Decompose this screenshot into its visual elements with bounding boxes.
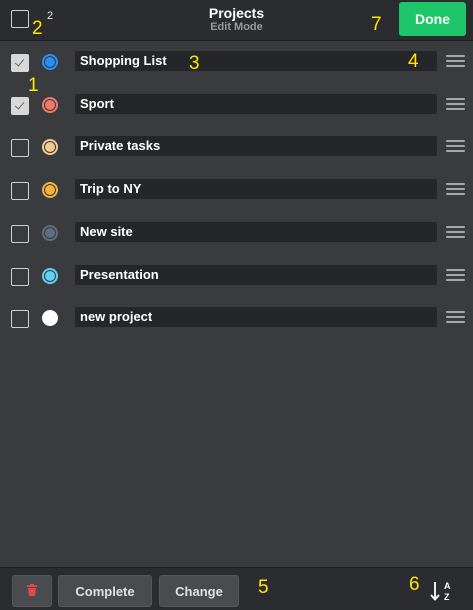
project-color-dot[interactable] — [42, 96, 58, 113]
sort-az-icon: A Z — [430, 581, 451, 602]
header-bar: 2 Projects Edit Mode Done — [0, 0, 473, 41]
project-name-field[interactable]: New site — [75, 221, 437, 242]
drag-handle-icon[interactable] — [446, 183, 465, 196]
project-color-dot[interactable] — [42, 310, 58, 327]
project-row[interactable]: Shopping List — [0, 41, 473, 83]
delete-button[interactable] — [12, 575, 52, 607]
drag-handle-icon[interactable] — [446, 97, 465, 110]
annotation-label: 7 — [371, 14, 382, 35]
drag-handle-icon[interactable] — [446, 225, 465, 238]
project-checkbox[interactable] — [11, 139, 29, 158]
svg-text:Z: Z — [444, 592, 450, 602]
project-row[interactable]: New site — [0, 212, 473, 254]
project-color-dot[interactable] — [42, 54, 58, 70]
project-row[interactable]: Private tasks — [0, 126, 473, 168]
project-name-field[interactable]: Presentation — [75, 264, 437, 285]
annotation-label: 3 — [189, 53, 200, 74]
project-color-dot[interactable] — [42, 139, 58, 156]
annotation-label: 5 — [258, 577, 269, 598]
project-checkbox[interactable] — [11, 54, 29, 72]
svg-text:A: A — [444, 581, 451, 591]
project-color-dot[interactable] — [42, 267, 58, 284]
annotation-label: 6 — [409, 574, 420, 595]
drag-handle-icon[interactable] — [446, 268, 465, 281]
trash-icon — [27, 583, 37, 596]
project-checkbox[interactable] — [11, 267, 29, 286]
project-name-field[interactable]: Shopping List — [75, 51, 437, 71]
annotation-label: 1 — [28, 75, 39, 96]
project-name-field[interactable]: Trip to NY — [75, 179, 437, 200]
project-row[interactable]: Sport — [0, 84, 473, 126]
project-checkbox[interactable] — [11, 310, 29, 329]
project-row[interactable]: new project — [0, 297, 473, 339]
project-name-field[interactable]: Private tasks — [75, 136, 437, 157]
annotation-label: 4 — [408, 51, 419, 72]
done-button[interactable]: Done — [399, 2, 466, 36]
complete-button[interactable]: Complete — [58, 575, 152, 607]
project-checkbox[interactable] — [11, 224, 29, 243]
project-row[interactable]: Trip to NY — [0, 169, 473, 211]
drag-handle-icon[interactable] — [446, 55, 465, 67]
project-color-dot[interactable] — [42, 224, 58, 241]
project-checkbox[interactable] — [11, 96, 29, 115]
drag-handle-icon[interactable] — [446, 140, 465, 153]
change-button[interactable]: Change — [159, 575, 239, 607]
drag-handle-icon[interactable] — [446, 311, 465, 324]
sort-button[interactable]: A Z — [430, 580, 456, 602]
footer-toolbar: Complete Change A Z — [0, 567, 473, 610]
annotation-label: 2 — [32, 18, 43, 39]
project-name-field[interactable]: new project — [75, 307, 437, 328]
project-row[interactable]: Presentation — [0, 255, 473, 297]
project-name-field[interactable]: Sport — [75, 93, 437, 114]
project-color-dot[interactable] — [42, 182, 58, 199]
project-checkbox[interactable] — [11, 182, 29, 201]
